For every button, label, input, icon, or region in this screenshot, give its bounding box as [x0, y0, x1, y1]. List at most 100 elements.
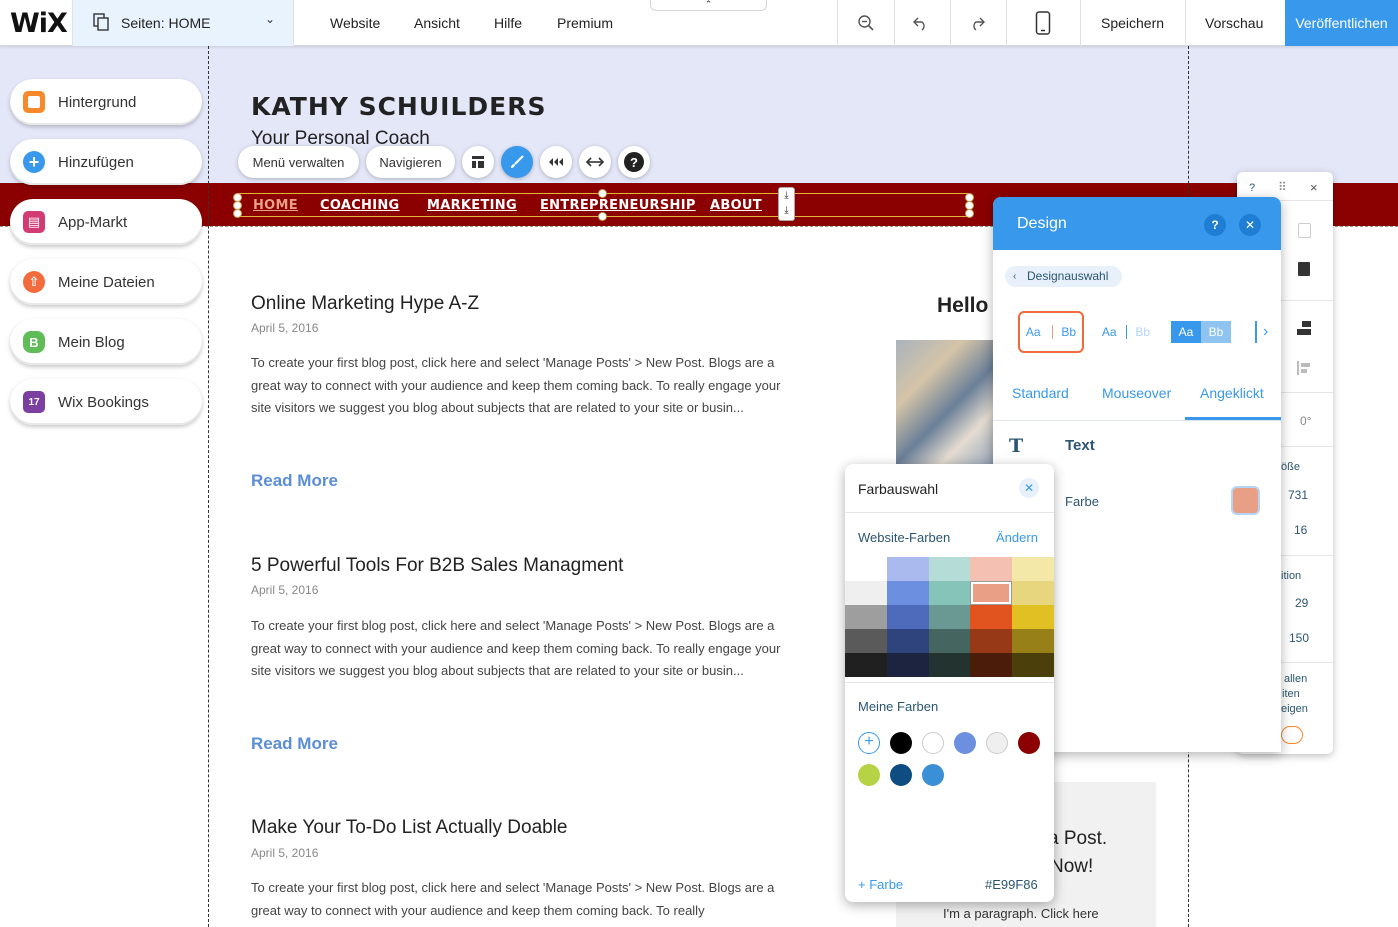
redo-icon[interactable] — [964, 10, 990, 36]
menu-view[interactable]: Ansicht — [414, 15, 460, 31]
color-swatch[interactable] — [845, 629, 887, 653]
my-color-swatch[interactable] — [858, 764, 880, 786]
anchor-icon[interactable]: ⤓ ⤓ — [778, 187, 795, 221]
nav-entrepreneurship[interactable]: ENTREPRENEURSHIP — [540, 198, 696, 213]
animation-icon[interactable] — [540, 146, 572, 178]
help-icon[interactable]: ? — [618, 146, 650, 178]
navigate-button[interactable]: Navigieren — [366, 146, 455, 178]
color-swatch[interactable] — [928, 629, 971, 653]
my-color-swatch[interactable] — [1018, 732, 1040, 754]
nav-about[interactable]: ABOUT — [710, 198, 762, 213]
resize-handle[interactable] — [965, 209, 974, 218]
side-add-button[interactable]: + Hinzufügen — [10, 139, 202, 185]
height-value[interactable]: 16 — [1294, 523, 1307, 537]
nav-home[interactable]: HOME — [253, 198, 298, 213]
side-bookings-button[interactable]: 17 Wix Bookings — [10, 379, 202, 425]
color-swatch[interactable] — [886, 605, 929, 629]
color-swatch[interactable] — [886, 653, 929, 677]
color-swatch[interactable] — [970, 557, 1013, 581]
manage-menu-button[interactable]: Menü verwalten — [238, 146, 359, 178]
site-title[interactable]: KATHY SCHUILDERS — [251, 92, 546, 121]
resize-handle[interactable] — [233, 209, 242, 218]
copy-icon[interactable] — [1298, 223, 1311, 238]
hex-value[interactable]: #E99F86 — [985, 877, 1038, 892]
my-color-swatch[interactable] — [890, 732, 912, 754]
menu-help[interactable]: Hilfe — [494, 15, 522, 31]
mobile-icon[interactable] — [1030, 10, 1056, 36]
rotation-value[interactable]: 0° — [1300, 414, 1311, 428]
design-brush-icon[interactable] — [501, 146, 533, 178]
y-value[interactable]: 150 — [1289, 631, 1309, 645]
my-color-swatch[interactable] — [890, 764, 912, 786]
my-color-swatch[interactable] — [954, 732, 976, 754]
side-my-files-button[interactable]: ⇧ Meine Dateien — [10, 259, 202, 305]
color-swatch[interactable] — [928, 557, 971, 581]
arrange-icon[interactable] — [1296, 320, 1312, 336]
color-swatch[interactable] — [886, 581, 929, 605]
post-title[interactable]: Online Marketing Hype A-Z — [251, 293, 479, 315]
pages-dropdown[interactable]: Seiten: HOME ⌄ — [72, 0, 294, 46]
color-swatch[interactable] — [1012, 653, 1054, 677]
publish-button[interactable]: Veröffentlichen — [1285, 0, 1398, 46]
preview-button[interactable]: Vorschau — [1205, 15, 1263, 31]
align-icon[interactable] — [1296, 360, 1312, 376]
post-title[interactable]: 5 Powerful Tools For B2B Sales Managment — [251, 555, 623, 577]
style-option[interactable]: Aa Bb — [1097, 311, 1155, 353]
layout-icon[interactable] — [462, 146, 494, 178]
tab-mouseover[interactable]: Mouseover — [1102, 385, 1171, 401]
x-value[interactable]: 29 — [1295, 596, 1308, 610]
color-swatch[interactable] — [1012, 557, 1054, 581]
color-swatch[interactable] — [970, 629, 1013, 653]
my-color-swatch[interactable] — [922, 732, 944, 754]
color-swatch[interactable] — [845, 605, 887, 629]
width-value[interactable]: 731 — [1288, 488, 1308, 502]
sidebar-heading[interactable]: Hello — [937, 294, 988, 318]
color-swatch[interactable] — [1231, 486, 1260, 515]
color-swatch[interactable] — [1012, 605, 1054, 629]
sidebar-photo[interactable] — [896, 340, 996, 465]
drag-handle-icon[interactable]: ⠿ — [1278, 180, 1287, 194]
change-colors-link[interactable]: Ändern — [996, 530, 1038, 545]
show-on-all-pages-toggle[interactable] — [1281, 726, 1303, 744]
nav-coaching[interactable]: COACHING — [320, 198, 400, 213]
resize-handle[interactable] — [598, 212, 607, 221]
my-color-swatch[interactable] — [922, 764, 944, 786]
add-color-link[interactable]: + Farbe — [858, 877, 903, 892]
close-icon[interactable]: ✕ — [1019, 478, 1039, 498]
design-breadcrumb[interactable]: ‹ Designauswahl — [1005, 266, 1123, 287]
help-icon[interactable]: ? — [1204, 214, 1226, 236]
color-swatch[interactable] — [845, 653, 887, 677]
color-swatch[interactable] — [1012, 581, 1054, 605]
save-button[interactable]: Speichern — [1101, 15, 1164, 31]
color-swatch[interactable] — [970, 581, 1013, 605]
style-option[interactable]: Aa Bb — [1171, 321, 1231, 343]
side-background-button[interactable]: Hintergrund — [10, 79, 202, 125]
color-swatch[interactable] — [886, 557, 929, 581]
color-swatch[interactable] — [928, 581, 971, 605]
add-color-icon[interactable]: + — [858, 732, 880, 754]
nav-marketing[interactable]: MARKETING — [427, 198, 517, 213]
zoom-out-icon[interactable] — [853, 10, 879, 36]
trash-icon[interactable] — [1298, 262, 1310, 276]
tab-standard[interactable]: Standard — [1012, 385, 1069, 401]
collapse-toolbar-tab[interactable]: ⌃ — [650, 0, 767, 11]
my-color-swatch[interactable] — [986, 732, 1008, 754]
side-blog-button[interactable]: B Mein Blog — [10, 319, 202, 365]
help-icon[interactable]: ? — [1249, 182, 1255, 194]
read-more-link[interactable]: Read More — [251, 471, 338, 491]
color-swatch[interactable] — [970, 605, 1013, 629]
color-swatch[interactable] — [970, 653, 1013, 677]
undo-icon[interactable] — [908, 10, 934, 36]
stretch-icon[interactable] — [579, 146, 611, 178]
menu-premium[interactable]: Premium — [557, 15, 613, 31]
menu-website[interactable]: Website — [330, 15, 380, 31]
post-title[interactable]: Make Your To-Do List Actually Doable — [251, 817, 568, 839]
color-swatch[interactable] — [1012, 629, 1054, 653]
tab-clicked[interactable]: Angeklickt — [1200, 385, 1264, 401]
close-icon[interactable]: ✕ — [1239, 214, 1261, 236]
chevron-right-icon[interactable]: › — [1255, 321, 1281, 343]
color-swatch[interactable] — [845, 557, 887, 581]
color-swatch[interactable] — [845, 581, 887, 605]
color-swatch[interactable] — [928, 653, 971, 677]
read-more-link[interactable]: Read More — [251, 734, 338, 754]
